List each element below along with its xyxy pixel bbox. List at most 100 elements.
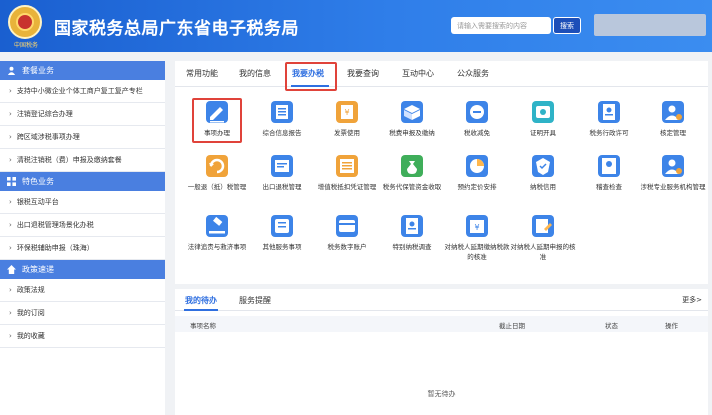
chevron-right-icon: ›	[9, 133, 12, 141]
sidebar-item[interactable]: › 支持中小微企业个体工商户复工复产专栏	[0, 80, 165, 103]
svg-text:¥: ¥	[344, 108, 349, 117]
account-icon	[336, 215, 358, 237]
function-item-label: 综合信息报告	[262, 129, 302, 137]
function-item[interactable]: 法律追责与救济事项	[182, 215, 252, 252]
function-item-label: 税收减免	[464, 129, 490, 137]
sidebar-item[interactable]: › 出口退税管理场景化办税	[0, 214, 165, 237]
function-item-label: 证明开具	[530, 129, 556, 137]
site-title: 国家税务总局广东省电子税务局	[54, 19, 299, 39]
reduction-icon	[466, 101, 488, 123]
sidebar-section-feature[interactable]: 特色业务	[0, 172, 165, 191]
function-item[interactable]: 稽查检查	[574, 155, 644, 192]
certificate-icon	[532, 101, 554, 123]
function-item-label: 税务数字账户	[327, 243, 367, 251]
function-item-label: 预约定价安排	[457, 183, 497, 191]
sidebar-item[interactable]: › 跨区域涉税事项办理	[0, 126, 165, 149]
function-item-label: 增值税抵扣凭证管理	[317, 183, 377, 191]
item-highlight-box	[192, 98, 242, 143]
column-header: 状态	[605, 322, 618, 330]
function-item[interactable]: 税务行政许可	[574, 101, 644, 138]
inspect-icon	[598, 155, 620, 177]
tab-service-reminder[interactable]: 服务提醒	[239, 295, 271, 306]
sidebar-item-label: 环保税辅助申报（珠海）	[16, 244, 94, 252]
sidebar-section-package[interactable]: 套餐业务	[0, 61, 165, 80]
function-item[interactable]: 特别纳税调查	[377, 215, 447, 252]
tab-interaction[interactable]: 互动中心	[402, 68, 434, 79]
tab-public-service[interactable]: 公众服务	[457, 68, 489, 79]
function-item-label: 纳税信用	[530, 183, 556, 191]
report-icon	[271, 101, 293, 123]
sidebar-item-label: 清税注销税（费）申报及缴纳套餐	[16, 156, 122, 164]
voucher-icon	[336, 155, 358, 177]
user-info-area[interactable]	[594, 14, 706, 36]
function-item[interactable]: 税费申报及缴纳	[377, 101, 447, 138]
chevron-right-icon: ›	[9, 87, 12, 95]
chevron-right-icon: ›	[9, 198, 12, 206]
function-item[interactable]: 税务代保管资金收取	[377, 155, 447, 192]
search-input[interactable]	[451, 17, 551, 34]
tab-my-todo[interactable]: 我的待办	[185, 295, 217, 306]
function-item[interactable]: 税务数字账户	[312, 215, 382, 252]
function-item-label: 其他服务事项	[262, 243, 302, 251]
money-bag-icon	[401, 155, 423, 177]
tax-box-icon	[401, 101, 423, 123]
logo-text: 中国税务	[13, 42, 38, 49]
sidebar-item[interactable]: › 政策法规	[0, 279, 165, 302]
function-item[interactable]: 综合信息报告	[247, 101, 317, 138]
credit-icon	[532, 155, 554, 177]
todo-tab-bar: 我的待办 服务提醒 更多>	[175, 289, 708, 311]
active-subtab-indicator	[184, 309, 218, 311]
function-item[interactable]: ¥ 对纳税人延期缴纳税款的核准	[442, 215, 512, 262]
function-item-label: 涉税专业服务机构管理	[640, 183, 706, 191]
column-header: 事项名称	[190, 322, 216, 330]
chevron-right-icon: ›	[9, 221, 12, 229]
survey-icon	[401, 215, 423, 237]
function-item[interactable]: 出口退税管理	[247, 155, 317, 192]
chevron-right-icon: ›	[9, 286, 12, 294]
function-item[interactable]: 对纳税人延期申报的核准	[508, 215, 578, 262]
delay-report-icon	[532, 215, 554, 237]
function-item-label: 一般退（抵）税管理	[187, 183, 247, 191]
function-item[interactable]: 税收减免	[442, 101, 512, 138]
header-bar: 中国税务 国家税务总局广东省电子税务局 搜索	[0, 0, 712, 52]
chevron-right-icon: ›	[9, 244, 12, 252]
empty-state-text: 暂无待办	[427, 390, 456, 398]
tab-common[interactable]: 常用功能	[186, 68, 218, 79]
sidebar-item[interactable]: › 注销登记综合办理	[0, 103, 165, 126]
function-item[interactable]: 预约定价安排	[442, 155, 512, 192]
permit-icon	[598, 101, 620, 123]
sidebar-item[interactable]: › 我的订阅	[0, 302, 165, 325]
pie-chart-icon	[466, 155, 488, 177]
function-item[interactable]: 其他服务事项	[247, 215, 317, 252]
tax-emblem-logo	[8, 5, 42, 39]
chevron-right-icon: ›	[9, 156, 12, 164]
sidebar-section-policy[interactable]: 政策速递	[0, 260, 165, 279]
home-icon	[6, 265, 16, 275]
sidebar-item[interactable]: › 清税注销税（费）申报及缴纳套餐	[0, 149, 165, 172]
column-header: 截止日期	[499, 322, 525, 330]
gavel-icon	[206, 215, 228, 237]
function-item-label: 法律追责与救济事项	[187, 243, 247, 251]
function-item[interactable]: 证明开具	[508, 101, 578, 138]
tab-my-info[interactable]: 我的信息	[239, 68, 271, 79]
function-item[interactable]: 核定管理	[638, 101, 708, 138]
tab-query[interactable]: 我要查询	[347, 68, 379, 79]
sidebar-item[interactable]: › 环保税辅助申报（珠海）	[0, 237, 165, 260]
function-item[interactable]: ¥ 发票使用	[312, 101, 382, 138]
chevron-right-icon: ›	[9, 332, 12, 340]
more-link[interactable]: 更多>	[682, 295, 702, 305]
sidebar-item[interactable]: › 银税互动平台	[0, 191, 165, 214]
invoice-icon: ¥	[336, 101, 358, 123]
svg-text:¥: ¥	[474, 223, 479, 232]
function-item-label: 对纳税人延期缴纳税款的核准	[444, 243, 510, 261]
sidebar-item[interactable]: › 我的收藏	[0, 325, 165, 348]
function-item[interactable]: 增值税抵扣凭证管理	[312, 155, 382, 192]
function-item-label: 特别纳税调查	[392, 243, 432, 251]
function-item[interactable]: 纳税信用	[508, 155, 578, 192]
search-button[interactable]: 搜索	[553, 17, 581, 34]
refund-icon	[206, 155, 228, 177]
function-item[interactable]: 涉税专业服务机构管理	[638, 155, 708, 192]
function-item[interactable]: 一般退（抵）税管理	[182, 155, 252, 192]
function-panel: 常用功能 我的信息 我要办税 我要查询 互动中心 公众服务 事项办理 综合信息报告…	[175, 61, 708, 284]
table-header: 事项名称 截止日期 状态 操作	[175, 316, 708, 332]
